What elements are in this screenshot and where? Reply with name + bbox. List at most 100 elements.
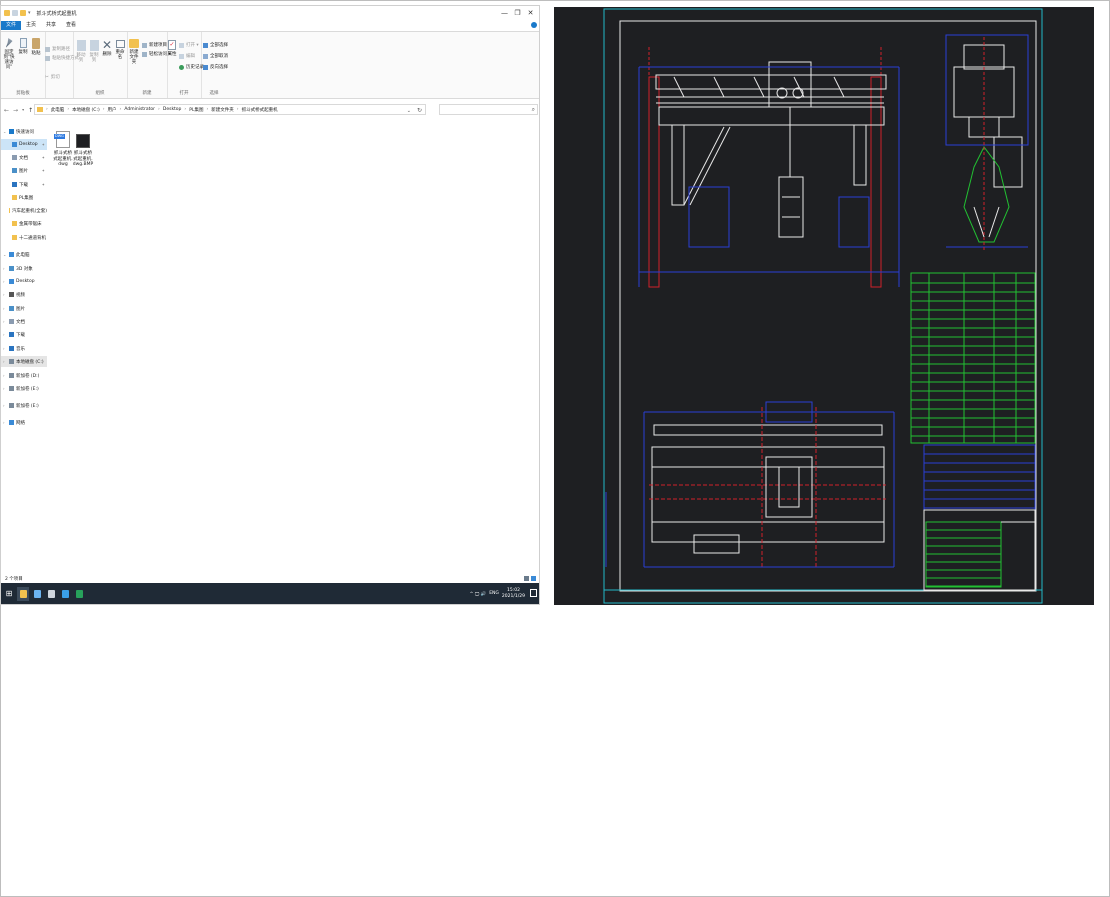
select-none-button[interactable]: 全部取消 <box>203 53 228 59</box>
nav-item[interactable]: 金属带锯床 <box>1 218 47 229</box>
chevron-icon[interactable]: › <box>3 319 7 324</box>
edit-button[interactable]: 编辑 <box>179 53 195 59</box>
pin-icon[interactable]: ✦ <box>42 168 45 173</box>
chevron-icon[interactable]: › <box>3 279 7 284</box>
nav-item[interactable]: › 3D 对象 <box>1 263 47 274</box>
tab-view[interactable]: 查看 <box>61 21 81 30</box>
up-arrow-icon[interactable]: ↑ <box>28 107 33 114</box>
nav-item[interactable]: 汽车起重机(全套) <box>1 205 47 216</box>
nav-item[interactable]: 文档 ✦ <box>1 152 47 163</box>
chevron-icon[interactable]: › <box>3 420 7 425</box>
nav-item[interactable]: › 新加卷 (E:) <box>1 383 47 394</box>
close-button[interactable]: ✕ <box>524 6 537 20</box>
tab-share[interactable]: 共享 <box>41 21 61 30</box>
help-icon[interactable] <box>531 22 537 28</box>
paste-button[interactable]: 粘贴 <box>30 38 42 56</box>
pin-quick-access-button[interactable]: 固定到"快速访问" <box>2 38 16 70</box>
breadcrumb-separator-icon[interactable]: › <box>46 107 48 112</box>
breadcrumb-item[interactable]: Administrator <box>124 107 155 112</box>
delete-button[interactable]: ✕ 删除 <box>102 38 112 57</box>
chevron-icon[interactable]: › <box>3 346 7 351</box>
chevron-icon[interactable]: › <box>3 332 7 337</box>
invert-selection-button[interactable]: 反向选择 <box>203 64 228 70</box>
chevron-icon[interactable]: › <box>3 403 7 408</box>
recent-chevron-icon[interactable]: ▾ <box>22 107 24 114</box>
nav-item[interactable]: › 音乐 <box>1 343 47 354</box>
nav-item[interactable]: PL集图 <box>1 192 47 203</box>
taskbar-app-button[interactable] <box>73 587 85 601</box>
clock[interactable]: 15:02 2021/1/29 <box>502 588 525 600</box>
breadcrumb-separator-icon[interactable]: › <box>184 107 186 112</box>
nav-item[interactable]: ⌄ 此电脑 <box>1 249 47 260</box>
windows-start-icon[interactable]: ⊞ <box>1 589 17 598</box>
open-button[interactable]: 打开 ▾ <box>179 42 199 48</box>
nav-item[interactable]: › Desktop <box>1 276 47 287</box>
nav-item[interactable]: › 本地磁盘 (C:) <box>1 356 47 367</box>
copy-path-button[interactable]: 复制路径 <box>45 46 70 52</box>
copy-to-button[interactable]: 复制到 <box>88 40 100 63</box>
new-folder-icon[interactable] <box>20 10 26 16</box>
chevron-icon[interactable]: ⌄ <box>3 129 7 134</box>
breadcrumb-item[interactable]: 用户 <box>108 107 117 113</box>
tray-icons[interactable]: ^ 🖵 🔊 <box>470 591 487 597</box>
breadcrumb-item[interactable]: PL集图 <box>189 107 203 113</box>
nav-item[interactable]: Desktop ✦ <box>1 139 47 150</box>
back-arrow-icon[interactable]: ← <box>4 107 9 114</box>
nav-item[interactable]: 下载 ✦ <box>1 179 47 190</box>
nav-item[interactable]: › 视频 <box>1 289 47 300</box>
nav-item[interactable]: › 图片 <box>1 303 47 314</box>
breadcrumb-separator-icon[interactable]: › <box>120 107 122 112</box>
tab-file[interactable]: 文件 <box>1 21 22 30</box>
copy-button[interactable]: 复制 <box>18 38 28 55</box>
language-indicator[interactable]: ENG <box>489 591 499 596</box>
breadcrumb-separator-icon[interactable]: › <box>237 107 239 112</box>
taskbar-app-button[interactable] <box>45 587 57 601</box>
breadcrumb-item[interactable]: 本地磁盘 (C:) <box>72 107 100 113</box>
breadcrumb-item[interactable]: 此电脑 <box>51 107 65 113</box>
refresh-icon[interactable]: ↻ <box>417 107 422 114</box>
nav-item[interactable]: 图片 ✦ <box>1 165 47 176</box>
chevron-icon[interactable]: › <box>3 373 7 378</box>
cut-button[interactable]: ✂ 剪切 <box>45 74 60 81</box>
nav-item[interactable]: › 新加卷 (E:) <box>1 400 47 411</box>
chevron-icon[interactable]: › <box>3 292 7 297</box>
address-dropdown-icon[interactable]: ⌄ <box>407 108 411 114</box>
chevron-icon[interactable]: › <box>3 306 7 311</box>
taskbar-app-button[interactable] <box>17 586 29 601</box>
search-input[interactable]: ⌕ <box>439 104 538 115</box>
nav-item[interactable]: 十二通道背机 <box>1 232 47 243</box>
tab-home[interactable]: 主页 <box>21 21 41 30</box>
move-to-button[interactable]: 移动到 <box>75 40 87 63</box>
nav-item[interactable]: › 下载 <box>1 329 47 340</box>
properties-button[interactable]: ✓ 属性 <box>167 40 177 57</box>
forward-arrow-icon[interactable]: → <box>13 107 18 114</box>
pin-icon[interactable]: ✦ <box>42 182 45 187</box>
chevron-icon[interactable]: ⌄ <box>3 252 7 257</box>
nav-item[interactable]: › 网络 <box>1 417 47 428</box>
nav-item[interactable]: › 新加卷 (D:) <box>1 370 47 381</box>
taskbar-app-button[interactable] <box>59 587 71 601</box>
nav-item[interactable]: ⌄ 快速访问 <box>1 126 47 137</box>
breadcrumb-separator-icon[interactable]: › <box>67 107 69 112</box>
chevron-icon[interactable]: › <box>3 266 7 271</box>
breadcrumb-separator-icon[interactable]: › <box>158 107 160 112</box>
rename-button[interactable]: 重命名 <box>114 40 126 60</box>
chevron-icon[interactable]: › <box>3 359 7 364</box>
address-bar[interactable]: › 此电脑 › 本地磁盘 (C:) › 用户 › Administrator › Desktop ›… <box>34 104 426 115</box>
breadcrumb-item[interactable]: Desktop <box>163 107 182 112</box>
breadcrumb-separator-icon[interactable]: › <box>206 107 208 112</box>
maximize-button[interactable]: ❐ <box>511 6 524 20</box>
breadcrumb-item[interactable]: 抓斗式桥式起重机 <box>242 107 278 113</box>
breadcrumb-separator-icon[interactable]: › <box>103 107 105 112</box>
nav-item[interactable]: › 文档 <box>1 316 47 327</box>
file-item-bmp[interactable]: 抓斗式桥式起重机.dwg.BMP <box>66 131 100 168</box>
pin-icon[interactable]: ✦ <box>42 155 45 160</box>
breadcrumb-item[interactable]: 新建文件夹 <box>211 107 234 113</box>
notification-icon[interactable] <box>530 589 537 597</box>
select-all-button[interactable]: 全部选择 <box>203 42 228 48</box>
taskbar-app-button[interactable] <box>31 587 43 601</box>
large-icons-view-icon[interactable] <box>531 576 536 581</box>
customize-toolbar-icon[interactable]: ▾ <box>28 10 31 16</box>
details-view-icon[interactable] <box>524 576 529 581</box>
new-folder-button[interactable]: 新建 文件夹 <box>128 39 140 65</box>
